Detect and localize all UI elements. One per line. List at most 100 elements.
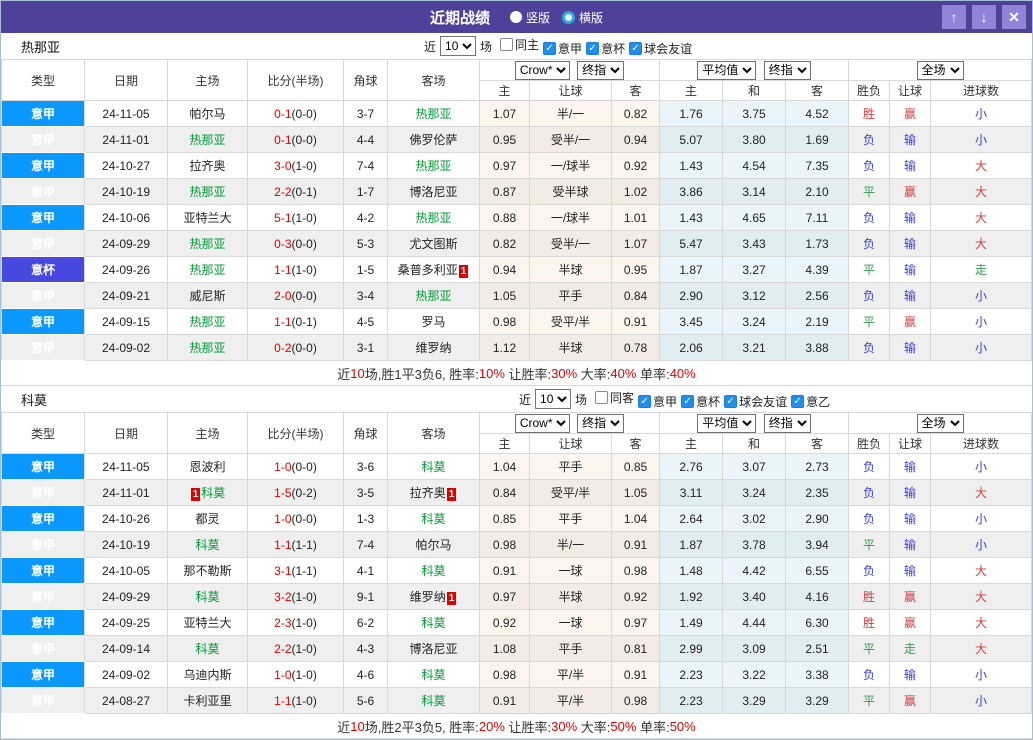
- checkbox-unchecked-icon[interactable]: [595, 390, 609, 404]
- cell-date: 24-11-01: [84, 126, 168, 153]
- cell-date: 24-11-05: [84, 100, 168, 127]
- sub-header-handicap-result: 让球: [889, 80, 932, 101]
- average-select[interactable]: 平均值: [697, 60, 757, 80]
- cell-handicap-result: 走: [889, 635, 932, 662]
- cell-avg-home: 1.76: [659, 100, 724, 127]
- match-count-select[interactable]: 10: [440, 36, 477, 56]
- cell-score: 1-1(1-1): [247, 531, 344, 558]
- bookmaker-select[interactable]: Crow*: [514, 413, 570, 433]
- table-row: 意甲 24-10-19 热那亚 2-2(0-1) 1-7 博洛尼亚 0.87 受半球 1.02 3…: [1, 178, 1032, 205]
- cell-avg-away: 6.30: [785, 609, 850, 636]
- filter-checkbox[interactable]: ✓ 意杯: [681, 393, 720, 410]
- cell-type: 意甲: [1, 230, 85, 257]
- cell-type: 意杯: [1, 256, 85, 283]
- checkbox-unchecked-icon[interactable]: [500, 37, 514, 51]
- cell-away-team: 佛罗伦萨: [387, 126, 480, 153]
- cell-avg-draw: 4.65: [722, 204, 787, 231]
- cell-odds-home: 0.88: [479, 204, 530, 231]
- radio-unselected-icon[interactable]: [509, 11, 522, 23]
- checkbox-label: 球会友谊: [644, 41, 693, 56]
- checkbox-checked-icon[interactable]: ✓: [724, 394, 738, 408]
- cell-avg-home: 1.49: [659, 609, 724, 636]
- team-label: 科莫: [195, 642, 220, 656]
- checkbox-checked-icon[interactable]: ✓: [586, 41, 600, 55]
- layout-radio-horizontal[interactable]: 横版: [562, 9, 603, 26]
- average-select[interactable]: 平均值: [697, 413, 757, 433]
- move-down-button[interactable]: ↓: [972, 5, 996, 29]
- bookmaker-select[interactable]: Crow*: [514, 60, 570, 80]
- cell-away-team: 拉齐奥 1: [387, 479, 480, 506]
- cell-handicap: 平/半: [529, 687, 612, 714]
- cell-result: 平: [848, 531, 891, 558]
- close-button[interactable]: ✕: [1002, 5, 1026, 29]
- fulltime-score: 0-1: [274, 132, 292, 147]
- cell-date: 24-11-05: [84, 453, 168, 480]
- sub-header-away-odds: 客: [610, 80, 661, 101]
- cell-result: 负: [848, 126, 891, 153]
- final-odds-select[interactable]: 终指: [577, 60, 625, 80]
- cell-date: 24-09-26: [84, 256, 168, 283]
- team-label: 那不勒斯: [183, 564, 232, 578]
- cell-avg-draw: 3.09: [722, 635, 787, 662]
- col-header-score: 比分(半场): [247, 412, 344, 454]
- filter-checkbox[interactable]: ✓ 意甲: [638, 393, 677, 410]
- table-row: 意甲 24-09-14 科莫 2-2(1-0) 4-3 博洛尼亚 1.08 平手 0.81 2.9…: [1, 635, 1032, 662]
- cell-date: 24-10-05: [84, 557, 168, 584]
- checkbox-checked-icon[interactable]: ✓: [629, 41, 643, 55]
- close-icon: ✕: [1008, 9, 1020, 25]
- cell-away-team: 科莫: [387, 687, 480, 714]
- radio-selected-icon[interactable]: [562, 10, 575, 24]
- team-name: 科莫: [21, 392, 48, 408]
- final-odds-select-2[interactable]: 终指: [763, 413, 811, 433]
- cell-odds-home: 0.95: [479, 126, 530, 153]
- cell-avg-away: 4.52: [785, 100, 850, 127]
- cell-odds-away: 0.81: [610, 635, 661, 662]
- team-label: 博洛尼亚: [409, 185, 458, 199]
- fulltime-select[interactable]: 全场: [916, 413, 964, 433]
- filter-checkbox[interactable]: ✓ 球会友谊: [629, 40, 692, 57]
- cell-avg-draw: 3.78: [722, 531, 787, 558]
- cell-goals-result: 小: [930, 531, 1032, 558]
- sub-header-avg-away: 客: [785, 80, 850, 101]
- checkbox-checked-icon[interactable]: ✓: [791, 394, 805, 408]
- cell-home-team: 恩波利: [167, 453, 248, 480]
- cell-home-team: 科莫: [167, 635, 248, 662]
- cell-handicap-result: 输: [889, 334, 932, 361]
- cell-date: 24-09-02: [84, 661, 168, 688]
- widget-title: 近期战绩: [429, 9, 490, 27]
- filter-checkbox[interactable]: 同主: [500, 36, 539, 53]
- table-row: 意甲 24-10-05 那不勒斯 3-1(1-1) 4-1 科莫 0.91 一球 0.98 1.4…: [1, 557, 1032, 584]
- red-card-badge: 1: [446, 592, 457, 605]
- final-odds-select-2[interactable]: 终指: [763, 60, 811, 80]
- cell-result: 负: [848, 505, 891, 532]
- cell-home-team: 亚特兰大: [167, 204, 248, 231]
- cell-avg-draw: 3.40: [722, 583, 787, 610]
- cell-avg-home: 2.99: [659, 635, 724, 662]
- layout-radio-vertical[interactable]: 竖版: [509, 9, 550, 26]
- checkbox-checked-icon[interactable]: ✓: [543, 41, 557, 55]
- cell-away-team: 热那亚: [387, 282, 480, 309]
- filter-checkbox[interactable]: 同客: [595, 389, 634, 406]
- final-odds-select[interactable]: 终指: [577, 413, 625, 433]
- filter-checkbox[interactable]: ✓ 球会友谊: [724, 393, 787, 410]
- cell-odds-home: 0.98: [479, 531, 530, 558]
- sub-header-handicap: 让球: [529, 80, 612, 101]
- title-group: 近期战绩 竖版 横版: [430, 7, 603, 28]
- fulltime-select[interactable]: 全场: [916, 60, 964, 80]
- summary-text: 场,胜2平3负5, 胜率:: [364, 719, 479, 735]
- filter-checkbox[interactable]: ✓ 意甲: [543, 40, 582, 57]
- checkbox-checked-icon[interactable]: ✓: [638, 394, 652, 408]
- odds-dropdown-cell: Crow* 终指: [478, 59, 661, 81]
- cell-away-team: 博洛尼亚: [387, 178, 480, 205]
- cell-goals-result: 大: [930, 204, 1032, 231]
- cell-handicap-result: 赢: [889, 100, 932, 127]
- cell-date: 24-10-27: [84, 152, 168, 179]
- move-up-button[interactable]: ↑: [942, 5, 966, 29]
- checkbox-checked-icon[interactable]: ✓: [681, 394, 695, 408]
- table-row: 意甲 24-11-05 帕尔马 0-1(0-0) 3-7 热那亚 1.07 半/一 0.82 1.…: [1, 100, 1032, 127]
- cell-home-team: 热那亚: [167, 126, 248, 153]
- filter-checkbox[interactable]: ✓ 意杯: [586, 40, 625, 57]
- match-count-select[interactable]: 10: [535, 389, 572, 409]
- filter-checkbox[interactable]: ✓ 意乙: [791, 393, 830, 410]
- cell-handicap-result: 输: [889, 230, 932, 257]
